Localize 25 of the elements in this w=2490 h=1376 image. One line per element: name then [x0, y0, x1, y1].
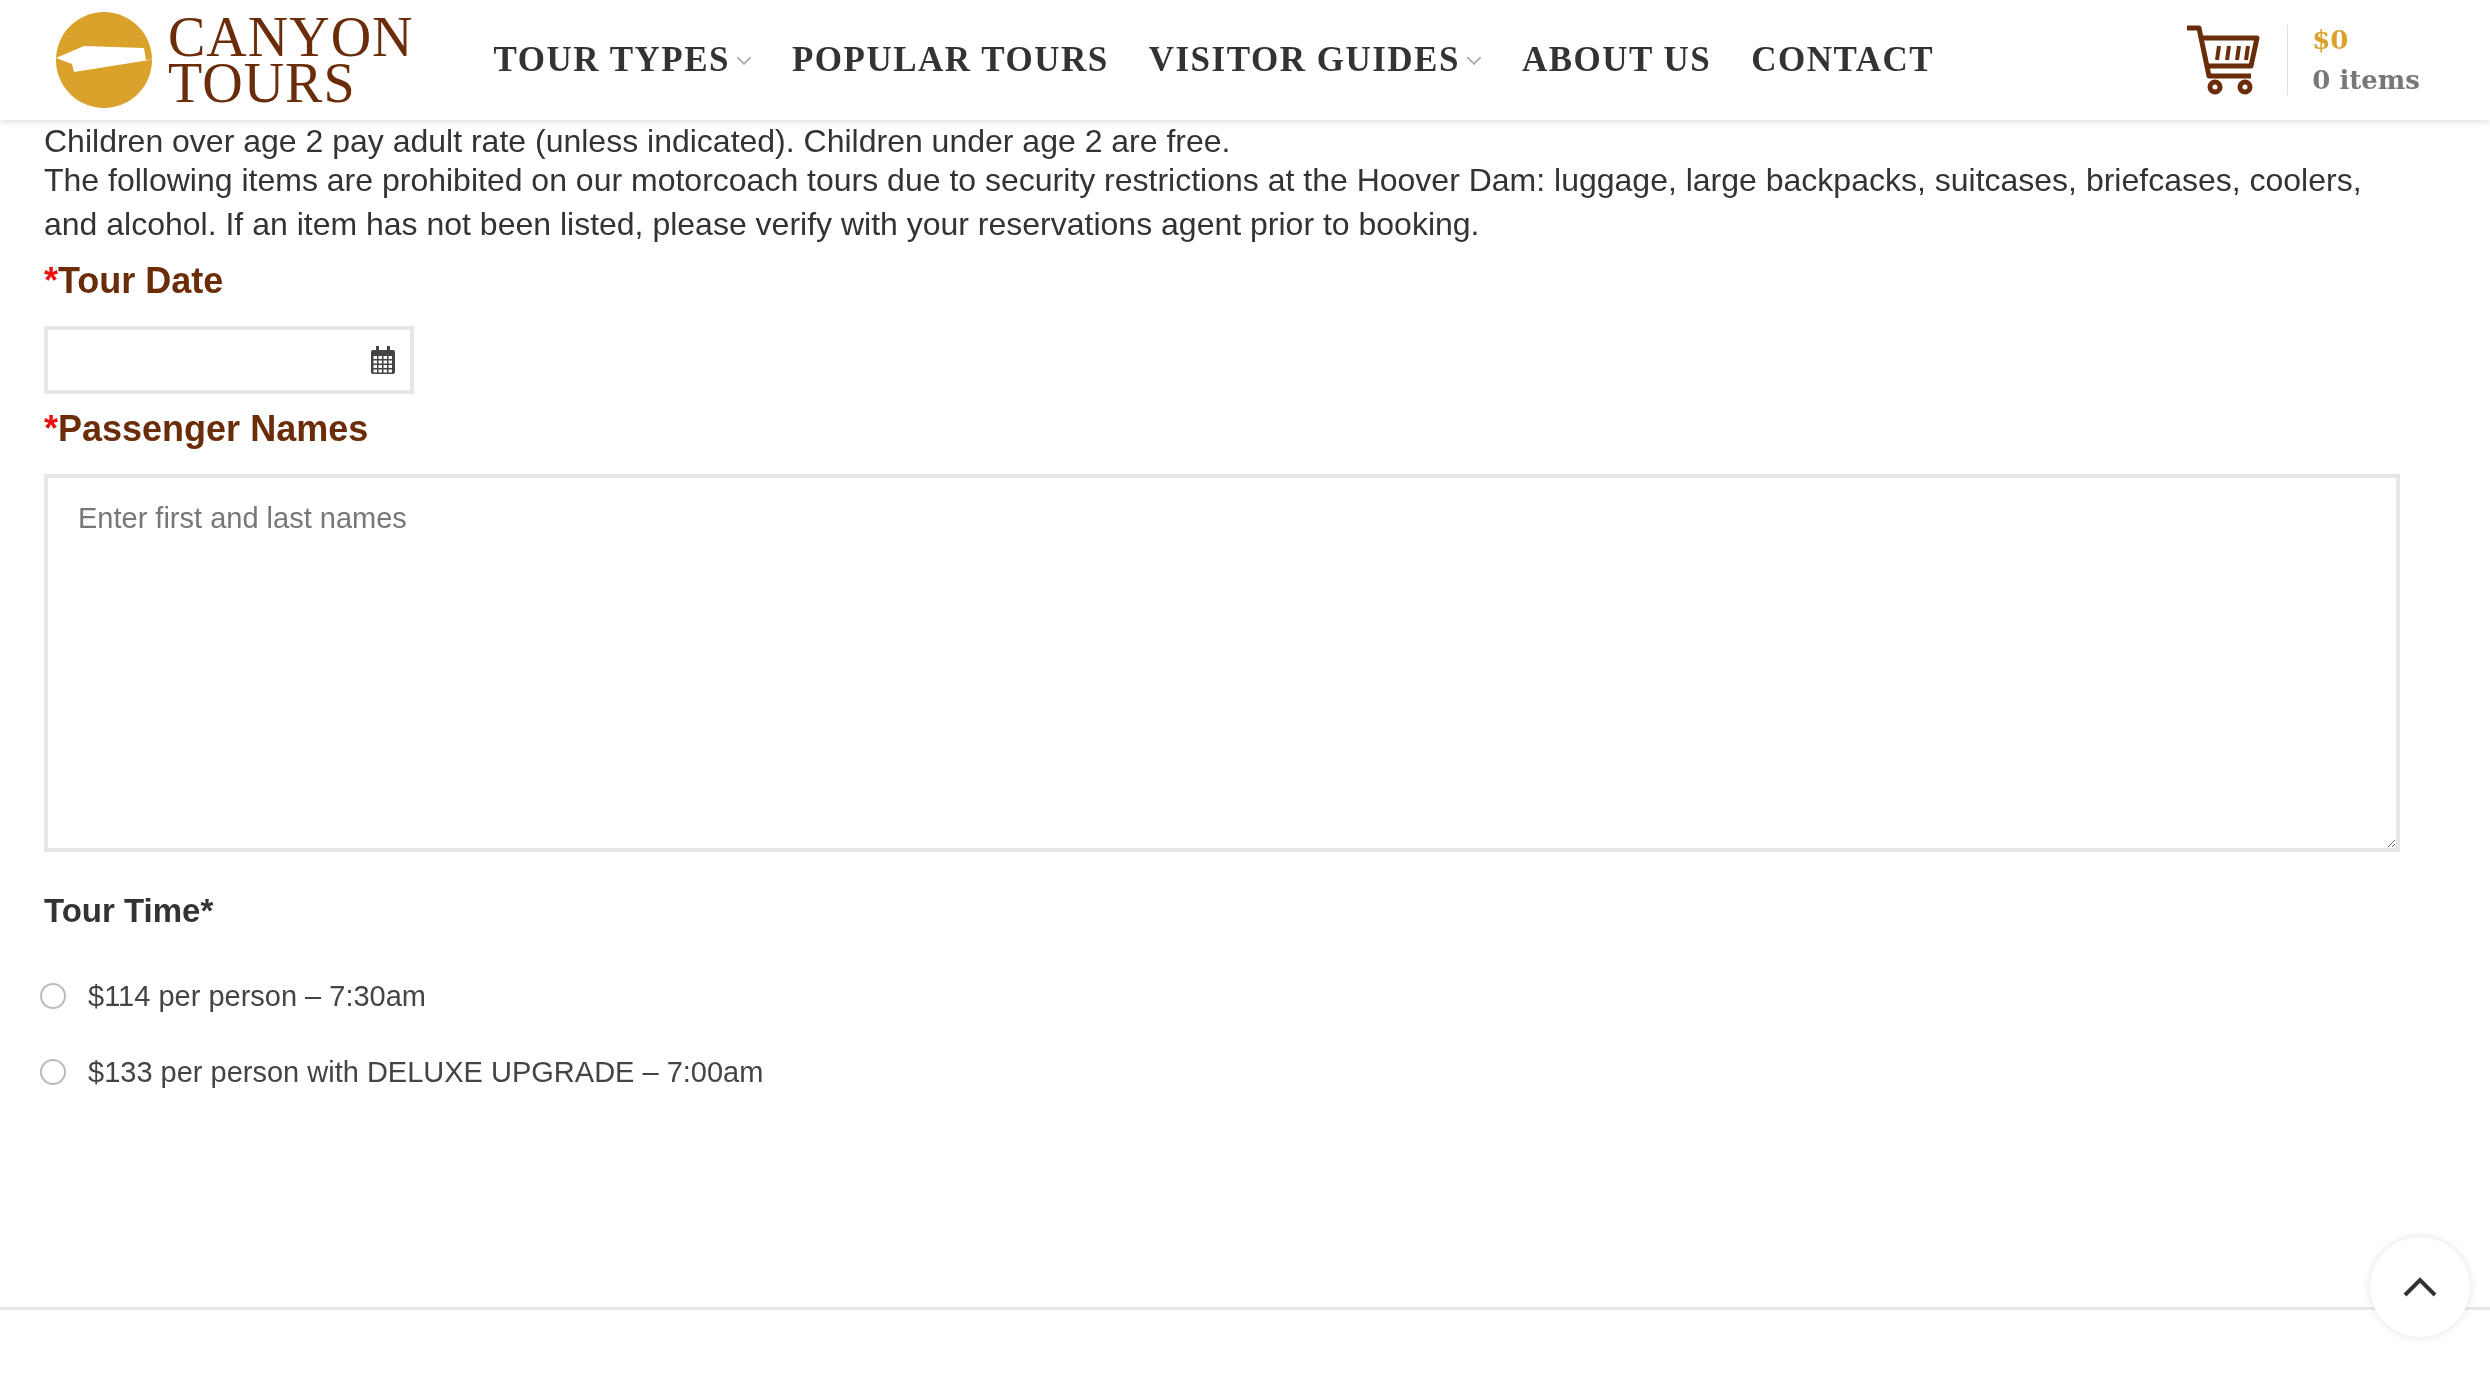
- logo-text: CANYON: [168, 14, 414, 60]
- logo-text: TOURS: [168, 60, 356, 106]
- field-label: *Passenger Names: [44, 408, 370, 451]
- field-label: Tour Time*: [44, 892, 215, 930]
- radio-button[interactable]: [40, 983, 66, 1009]
- radio-button[interactable]: [40, 1059, 66, 1085]
- passenger-names-field[interactable]: Enter first and last names: [44, 474, 2400, 852]
- chevron-down-icon: [1465, 55, 1482, 65]
- nav-link[interactable]: VISITOR GUIDES: [1148, 40, 1482, 80]
- calendar-icon[interactable]: [370, 345, 396, 375]
- cart-count[interactable]: 0 items: [2312, 60, 2420, 100]
- date-field[interactable]: [44, 326, 414, 394]
- nav-link[interactable]: CONTACT: [1751, 40, 1935, 80]
- chevron-down-icon: [736, 55, 752, 65]
- nav-link[interactable]: POPULAR TOURS: [792, 40, 1109, 80]
- chevron-up-icon: [2403, 1277, 2437, 1297]
- back-to-top-button[interactable]: [2370, 1237, 2470, 1337]
- field-label: *Tour Date: [44, 260, 225, 303]
- radio-label[interactable]: $114 per person – 7:30am: [88, 979, 427, 1013]
- nav-link[interactable]: TOUR TYPES: [493, 40, 752, 80]
- radio-label[interactable]: $133 per person with DELUXE UPGRADE – 7:00am: [88, 1055, 764, 1089]
- nav-link[interactable]: ABOUT US: [1521, 40, 1712, 80]
- note-text: Children over age 2 pay adult rate (unless indicated). Children under age 2 are free.: [44, 124, 1232, 158]
- cart-icon[interactable]: [2185, 24, 2262, 96]
- note-text: The following items are prohibited on our motorcoach tours due to security restrictions at the Hoover Dam: luggage, large backpacks, suitcases, briefcases, coolers, and alcohol. If an item has not been listed, please verify with your reservations agent prior to booking.: [44, 161, 2363, 244]
